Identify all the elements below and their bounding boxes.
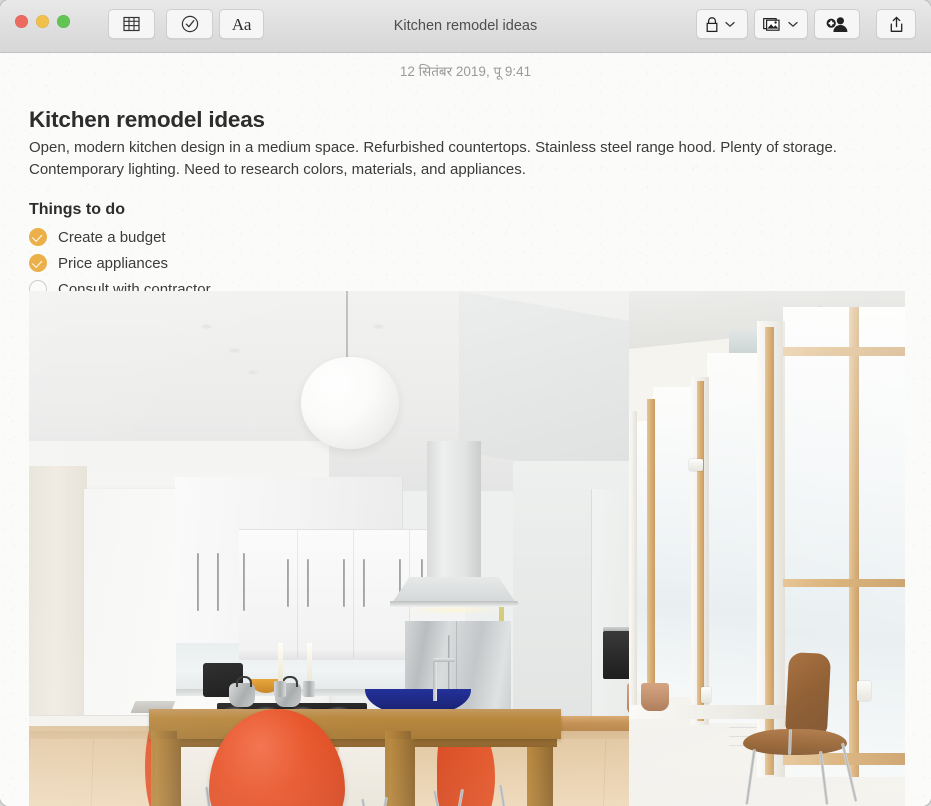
lock-icon	[705, 16, 719, 33]
checkmark-circle-icon	[181, 15, 199, 33]
stone-wall-edge	[29, 466, 87, 716]
checklist-button[interactable]	[166, 9, 213, 39]
list-item[interactable]: Price appliances	[0, 250, 931, 276]
windowsill-pot	[641, 683, 669, 711]
wood-chair-seat	[743, 729, 847, 755]
chevron-down-icon	[788, 21, 798, 28]
add-people-button[interactable]	[814, 9, 860, 39]
table-icon	[123, 16, 140, 32]
checklist-heading: Things to do	[29, 201, 125, 219]
window-mullion	[629, 411, 637, 711]
table-leg-foreground	[155, 739, 181, 806]
candle	[307, 643, 312, 683]
window-latch	[701, 687, 711, 703]
share-icon	[889, 16, 904, 33]
window-mullion-wood	[647, 399, 655, 699]
format-button[interactable]: Aa	[219, 9, 264, 39]
window-mullion-wood	[697, 381, 704, 721]
kitchen-photo-attachment[interactable]	[29, 291, 905, 806]
window-pane	[653, 387, 693, 697]
candle-holder	[303, 681, 315, 697]
table-leg-foreground	[389, 739, 415, 806]
notes-window: Aa Kitchen remodel ideas 12 सितंबर 2019,…	[0, 0, 931, 806]
photos-icon	[763, 16, 782, 32]
cabinet-seam	[297, 530, 298, 658]
faucet	[433, 658, 455, 701]
candle-holder	[274, 681, 286, 697]
window-pane	[707, 353, 759, 723]
window-latch	[689, 459, 703, 471]
traffic-light-group	[15, 15, 70, 28]
recessed-light	[247, 370, 258, 375]
media-button[interactable]	[754, 9, 808, 39]
chevron-down-icon	[725, 21, 735, 28]
note-body: 12 सितंबर 2019, पू 9:41 Kitchen remodel …	[0, 53, 931, 806]
aa-icon: Aa	[231, 14, 252, 34]
checklist-item-label: Create a budget	[58, 228, 166, 246]
wood-chair-back	[784, 651, 832, 737]
dining-table	[149, 709, 561, 739]
hood-duct	[427, 441, 481, 584]
list-item[interactable]: Create a budget	[0, 224, 931, 250]
kitchen-photo	[29, 291, 905, 806]
minimize-button[interactable]	[36, 15, 49, 28]
checkbox-checked-icon[interactable]	[29, 254, 47, 273]
candle	[278, 643, 283, 683]
note-description: Open, modern kitchen design in a medium …	[29, 138, 837, 178]
cabinet-seam	[353, 530, 354, 658]
refrigerator-handle	[448, 635, 451, 695]
note-title: Kitchen remodel ideas	[29, 107, 265, 132]
hood-light-glow	[405, 606, 503, 614]
recessed-light	[201, 324, 212, 329]
pendant-cord	[346, 291, 348, 365]
window-titlebar: Aa Kitchen remodel ideas	[0, 0, 931, 53]
kettle	[229, 676, 255, 707]
pendant-globe-light	[301, 357, 399, 449]
recessed-light	[229, 348, 240, 353]
checkbox-checked-icon[interactable]	[29, 228, 47, 247]
share-button[interactable]	[876, 9, 916, 39]
range-hood	[392, 577, 516, 603]
table-button[interactable]	[108, 9, 155, 39]
checklist-item-label: Price appliances	[58, 254, 169, 272]
recessed-light	[373, 324, 384, 329]
add-person-icon	[825, 15, 849, 33]
note-date: 12 सितंबर 2019, पू 9:41	[399, 64, 532, 79]
lock-button[interactable]	[696, 9, 748, 39]
close-button[interactable]	[15, 15, 28, 28]
checklist: Create a budget Price appliances Consult…	[0, 219, 931, 302]
zoom-button[interactable]	[57, 15, 70, 28]
